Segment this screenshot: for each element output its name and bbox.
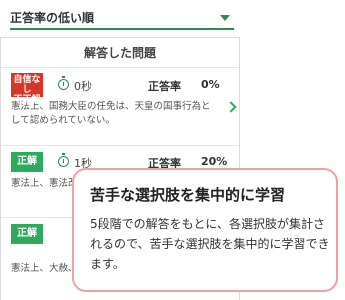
chevron-right-icon[interactable] <box>225 101 237 113</box>
correct-rate-value: 20% <box>201 155 228 168</box>
chevron-down-icon <box>220 15 230 21</box>
sort-order-dropdown[interactable]: 正答率の低い順 <box>10 6 234 30</box>
panel-title: 解答した問題 <box>1 38 239 68</box>
stopwatch-icon <box>58 76 69 90</box>
correct-rate-value: 0% <box>201 78 220 91</box>
badge-line: 自信なし <box>13 75 41 95</box>
stopwatch-icon <box>58 153 69 167</box>
correct-rate-label: 正答率 <box>148 80 181 93</box>
result-badge-incorrect: 自信なし 不正解 <box>11 73 43 105</box>
problem-card[interactable]: 自信なし 不正解 0秒 正答率 0% 憲法上、国務大臣の任免は、天皇の国事行為と… <box>1 69 239 146</box>
callout-title: 苦手な選択肢を集中的に学習 <box>90 186 286 204</box>
answer-time: 0秒 <box>74 80 92 93</box>
sort-order-value: 正答率の低い順 <box>10 11 95 25</box>
feature-callout: 苦手な選択肢を集中的に学習 5段階での解答をもとに、各選択肢が集計されるので、苦… <box>72 168 338 292</box>
result-badge-correct: 正解 <box>11 224 43 244</box>
result-badge-correct: 正解 <box>11 152 43 172</box>
callout-body: 5段階での解答をもとに、各選択肢が集計されるので、苦手な選択肢を集中的に学習でき… <box>90 217 330 271</box>
badge-line: 不正解 <box>13 95 41 105</box>
